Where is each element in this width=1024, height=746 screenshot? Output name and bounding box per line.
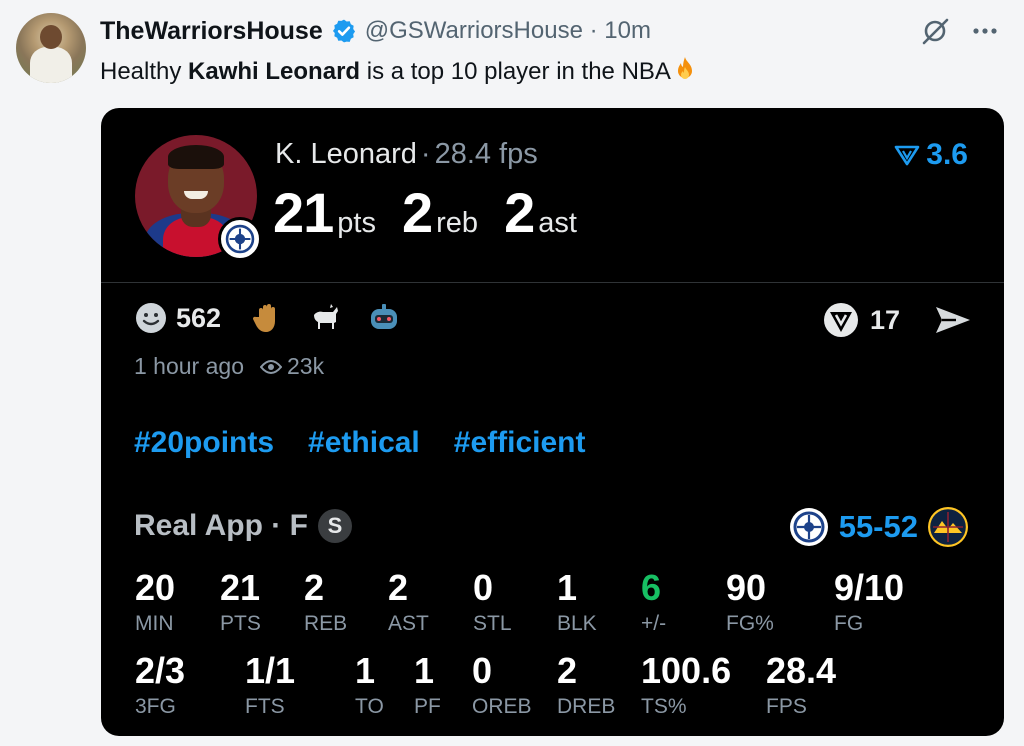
verified-icon	[332, 19, 355, 43]
rating-icon	[894, 145, 920, 166]
card-divider	[101, 282, 1004, 283]
rating-circle-icon[interactable]	[822, 301, 860, 339]
stat-3fg: 2/3 3FG	[135, 650, 186, 718]
send-icon[interactable]	[934, 304, 972, 336]
stat-min: 20 MIN	[135, 567, 176, 635]
home-team-logo-icon	[789, 508, 828, 546]
player-name: K. Leonard	[275, 138, 417, 170]
card-actions: 17	[822, 301, 972, 339]
away-team-logo-icon	[928, 507, 968, 547]
player-stats-card[interactable]: K. Leonard · 28.4 fps 21 pts 2 reb 2 ast 3.6 56…	[101, 108, 1004, 736]
stat-pf: 1 PF	[414, 650, 441, 718]
stat-plus-minus: 6 +/-	[641, 567, 667, 635]
player-name-line: K. Leonard · 28.4 fps	[275, 138, 538, 170]
stat-dreb: 2 DREB	[557, 650, 616, 718]
hashtag[interactable]: #20points	[134, 426, 274, 460]
stat-fts: 1/1 FTS	[245, 650, 296, 718]
stat-blk: 1 BLK	[557, 567, 597, 635]
hashtag[interactable]: #ethical	[308, 426, 420, 460]
headline-reb: 2	[401, 181, 433, 244]
grok-icon[interactable]	[920, 16, 950, 46]
player-fps: 28.4 fps	[434, 138, 538, 170]
fire-emoji	[677, 57, 692, 79]
reactions-bar: 562	[134, 301, 425, 335]
reaction-count: 562	[176, 302, 222, 333]
view-count: 23k	[259, 353, 324, 380]
headline-ast: 2	[504, 181, 535, 244]
robot-emoji[interactable]	[367, 301, 401, 335]
hashtag[interactable]: #efficient	[454, 426, 586, 460]
stat-to: 1 TO	[355, 650, 384, 718]
game-score[interactable]: 55-52	[789, 507, 968, 547]
headline-stats: 21 pts 2 reb 2 ast	[273, 181, 577, 244]
stat-pts: 21 PTS	[220, 567, 261, 635]
time-ago: 1 hour ago	[134, 353, 244, 379]
game-label: Real App · F	[134, 509, 308, 542]
eye-icon	[259, 359, 282, 374]
headline-pts: 21	[273, 181, 334, 244]
author-handle[interactable]: @GSWarriorsHouse · 10m	[365, 17, 651, 45]
stat-fg: 9/10 FG	[834, 567, 905, 635]
author-avatar[interactable]	[16, 13, 86, 83]
stat-reb: 2 REB	[304, 567, 348, 635]
stat-stl: 0 STL	[473, 567, 512, 635]
more-icon[interactable]	[972, 27, 998, 35]
team-logo-icon	[218, 217, 262, 261]
tweet-actions-top	[920, 16, 998, 46]
tweet-text: Healthy Kawhi Leonard is a top 10 player…	[100, 55, 699, 86]
game-badge: S	[317, 509, 352, 543]
stat-fps: 28.4 FPS	[766, 650, 837, 718]
stat-ts-pct: 100.6 TS%	[641, 650, 732, 718]
author-display-name[interactable]: TheWarriorsHouse	[100, 17, 323, 46]
tweet-header: TheWarriorsHouse @GSWarriorsHouse · 10m	[100, 14, 651, 48]
card-action-count: 17	[869, 304, 900, 335]
smiley-icon[interactable]	[134, 301, 168, 335]
hashtag-list: #20points #ethical #efficient	[134, 426, 586, 460]
player-mention: Kawhi Leonard	[188, 58, 361, 85]
rating-value: 3.6	[926, 138, 968, 171]
stat-fg-pct: 90 FG%	[726, 567, 774, 635]
raised-hand-emoji[interactable]	[251, 301, 285, 335]
goat-emoji[interactable]	[309, 301, 343, 335]
score-text: 55-52	[838, 509, 918, 544]
rating-badge[interactable]: 3.6	[894, 138, 968, 172]
card-meta: 1 hour ago 23k	[134, 353, 324, 380]
stat-oreb: 0 OREB	[472, 650, 532, 718]
stat-ast: 2 AST	[388, 567, 429, 635]
game-line: Real App · F S	[134, 509, 352, 543]
